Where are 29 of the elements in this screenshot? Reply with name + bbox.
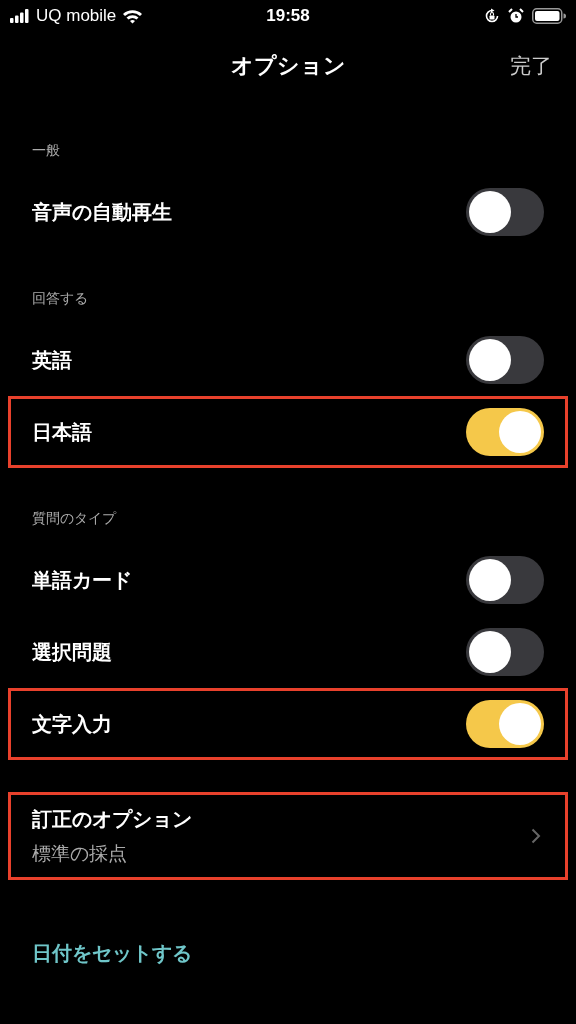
chevron-icon	[531, 828, 541, 844]
done-button[interactable]: 完了	[510, 52, 552, 80]
toggle-switch[interactable]	[466, 188, 544, 236]
battery-icon	[532, 8, 566, 24]
wifi-icon	[122, 8, 144, 24]
section-header: 質問のタイプ	[32, 510, 116, 528]
clock-time: 19:58	[266, 6, 310, 26]
setting-value: 標準の採点	[32, 841, 128, 866]
setting-label: 訂正のオプション	[32, 806, 192, 832]
section-header: 一般	[32, 142, 60, 160]
toggle-switch[interactable]	[466, 700, 544, 748]
rotation-lock-icon	[484, 8, 500, 24]
carrier-name: UQ mobile	[36, 6, 117, 26]
setting-label: 文字入力	[32, 711, 112, 737]
setting-label: 英語	[32, 347, 72, 373]
setting-label: 日本語	[32, 419, 92, 445]
highlighted-setting-row[interactable]: 訂正のオプション 標準の採点	[8, 792, 568, 880]
toggle-switch[interactable]	[466, 408, 544, 456]
alarm-icon	[508, 8, 524, 24]
toggle-switch[interactable]	[466, 556, 544, 604]
setting-label: 音声の自動再生	[32, 199, 172, 225]
screen-title: オプション	[230, 52, 346, 80]
signal-icon	[10, 9, 30, 23]
toggle-switch[interactable]	[466, 628, 544, 676]
setting-label: 選択問題	[32, 639, 112, 665]
action-link[interactable]: 日付をセットする	[32, 939, 192, 967]
section-header: 回答する	[32, 290, 88, 308]
setting-label: 単語カード	[32, 567, 132, 593]
toggle-switch[interactable]	[466, 336, 544, 384]
